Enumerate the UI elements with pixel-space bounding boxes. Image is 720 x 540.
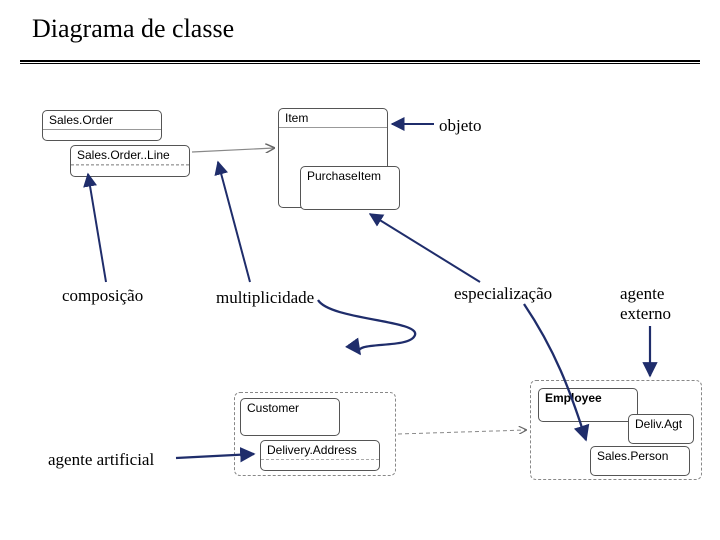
class-sales-person: Sales.Person — [590, 446, 690, 476]
class-header: PurchaseItem — [301, 167, 399, 185]
class-sales-order-line: Sales.Order..Line — [70, 145, 190, 177]
class-employee: Employee — [538, 388, 638, 422]
class-sales-order: Sales.Order — [42, 110, 162, 141]
class-header: Item — [279, 109, 387, 128]
annotation-agente-artificial: agente artificial — [48, 450, 154, 470]
class-header: Deliv.Agt — [629, 415, 693, 433]
annotation-composicao: composição — [62, 286, 143, 306]
class-header: Employee — [539, 389, 637, 407]
annotation-multiplicidade: multiplicidade — [216, 288, 314, 308]
title-rule-thin — [20, 63, 700, 64]
annotation-especializacao: especialização — [454, 284, 552, 304]
class-delivery-address: Delivery.Address — [260, 440, 380, 471]
class-header: Delivery.Address — [261, 441, 379, 460]
class-header: Sales.Order..Line — [71, 146, 189, 165]
annotation-agente-externo: agente externo — [620, 284, 671, 324]
class-header: Customer — [241, 399, 339, 417]
page-title: Diagrama de classe — [32, 14, 234, 44]
class-purchase-item: PurchaseItem — [300, 166, 400, 210]
slide: Diagrama de classe Sales.Order Sales.Ord… — [0, 0, 720, 540]
class-header: Sales.Person — [591, 447, 689, 465]
class-customer: Customer — [240, 398, 340, 436]
class-header: Sales.Order — [43, 111, 161, 130]
title-rule — [20, 60, 700, 62]
annotation-objeto: objeto — [439, 116, 482, 136]
class-deliv-agt: Deliv.Agt — [628, 414, 694, 444]
